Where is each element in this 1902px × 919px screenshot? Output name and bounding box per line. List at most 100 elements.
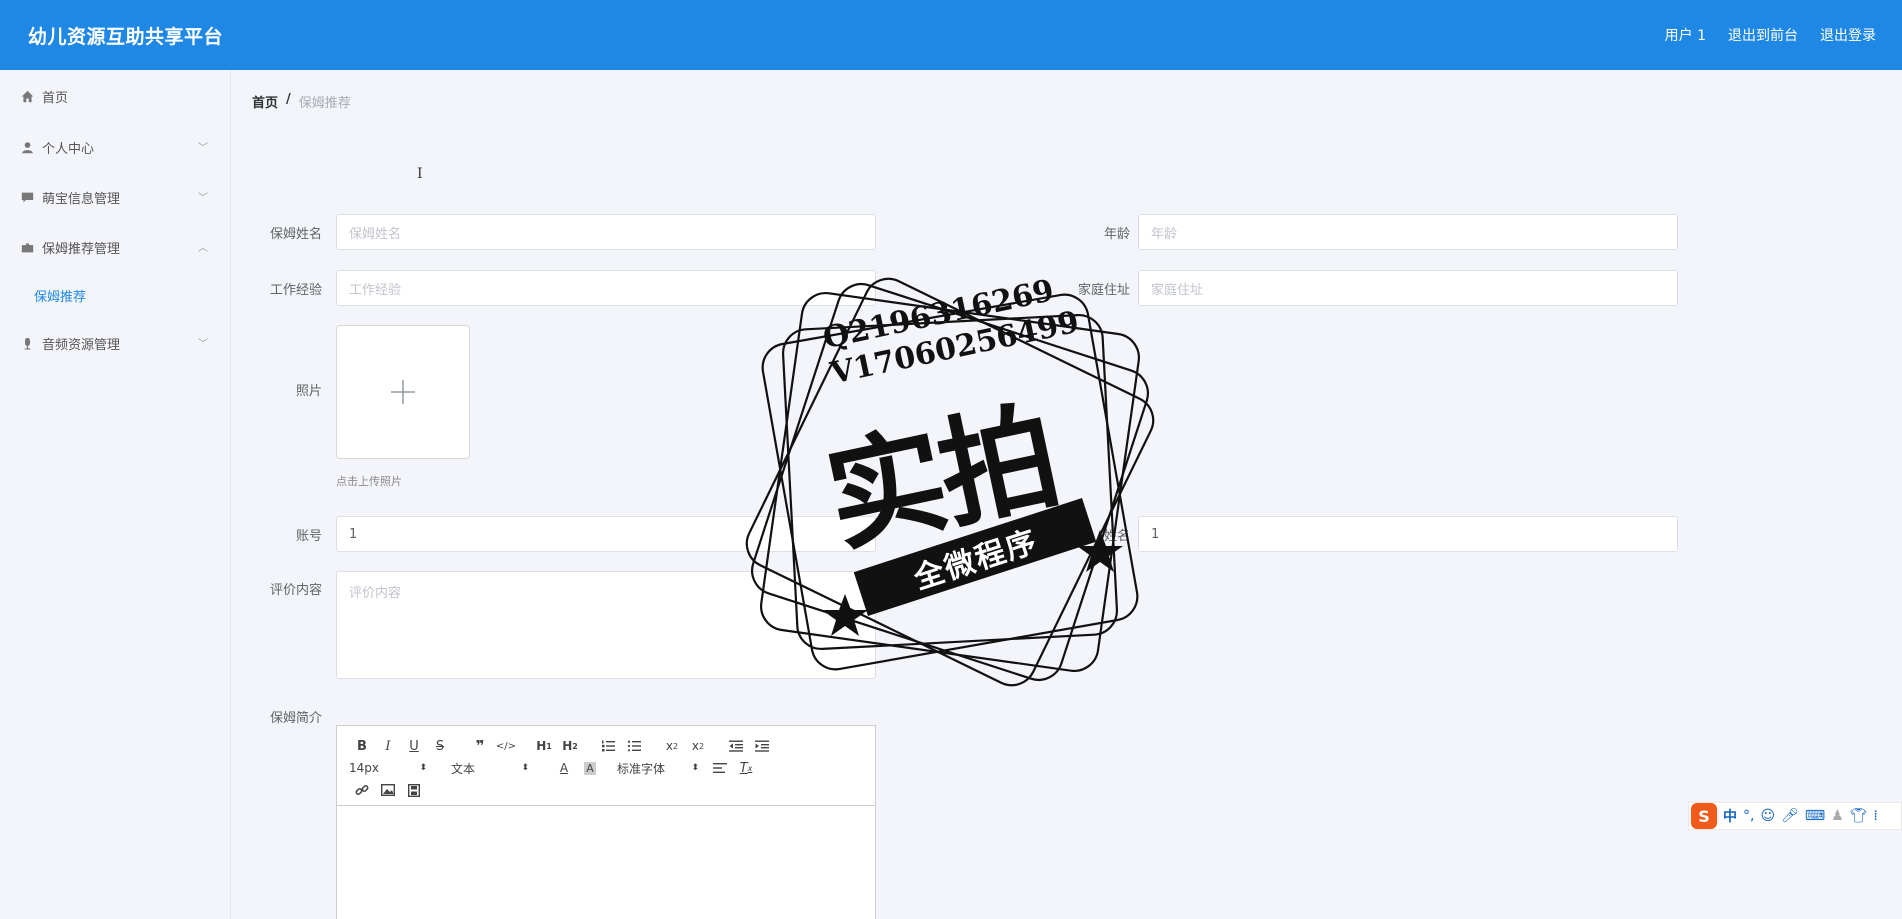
photo-upload-button[interactable] (336, 325, 470, 459)
plus-icon (391, 380, 415, 404)
microphone-icon (20, 336, 34, 350)
chevron-down-icon: ﹀ (198, 339, 208, 350)
experience-placeholder: 工作经验 (349, 282, 402, 298)
ime-emoji-icon[interactable]: ☺ (1760, 808, 1775, 824)
ime-mode[interactable]: 中 (1723, 806, 1737, 826)
sidebar-item-nanny-management[interactable]: 保姆推荐管理 ︿ (0, 222, 230, 272)
image-icon[interactable] (375, 780, 401, 800)
address-placeholder: 家庭住址 (1151, 282, 1204, 298)
realname-value: 1 (1151, 526, 1160, 542)
back-to-front-link[interactable]: 退出到前台 (1728, 25, 1798, 45)
sidebar-item-label: 萌宝信息管理 (42, 191, 121, 207)
sidebar-item-profile[interactable]: 个人中心 ﹀ (0, 122, 230, 172)
form-panel: 保姆姓名 保姆姓名 年龄 年龄 工作经验 工作经验 家庭住址 家庭住址 照片 点… (252, 128, 1892, 919)
ime-logo-icon[interactable]: S (1691, 803, 1717, 829)
link-icon[interactable] (349, 780, 375, 800)
italic-icon[interactable]: I (375, 736, 401, 756)
intro-label: 保姆简介 (269, 711, 322, 726)
sidebar-item-home[interactable]: 首页 (0, 70, 230, 122)
realname-label: 姓名 (1103, 529, 1130, 544)
name-label: 保姆姓名 (269, 227, 322, 242)
heading1-icon[interactable]: H1 (531, 736, 557, 756)
user-name-link[interactable]: 用户 1 (1665, 25, 1706, 45)
ime-voice-icon[interactable]: 🎤︎ (1781, 808, 1799, 824)
code-block-icon[interactable]: </> (493, 736, 519, 756)
main-area: 首页 / 保姆推荐 保姆姓名 保姆姓名 年龄 年龄 工作经验 工作经验 家庭住址… (232, 70, 1902, 919)
toolbar-spacer (519, 736, 531, 756)
outdent-icon[interactable] (723, 736, 749, 756)
editor-toolbar: B I U S ❞ </> H1 H2 x 2 x 2 14px ⬍ 文本 ⬍ … (337, 726, 875, 806)
font-family-select[interactable]: 标准字体 ⬍ (617, 760, 707, 777)
address-label: 家庭住址 (1077, 283, 1130, 298)
chevron-down-icon: ﹀ (198, 143, 208, 154)
breadcrumb-home[interactable]: 首页 (252, 92, 278, 111)
select-arrows-icon: ⬍ (521, 763, 529, 773)
breadcrumb-current: 保姆推荐 (298, 96, 351, 111)
heading2-icon[interactable]: H2 (557, 736, 583, 756)
toolbar-row-3 (349, 780, 427, 800)
header-links: 用户 1 退出到前台 退出登录 (1665, 25, 1876, 45)
toolbar-row-2: 14px ⬍ 文本 ⬍ A A 标准字体 ⬍ T x (349, 758, 759, 778)
breadcrumb-separator: / (286, 92, 291, 107)
chat-icon (20, 190, 34, 204)
breadcrumb: 首页 / 保姆推荐 (252, 92, 351, 111)
toolbar-spacer (583, 736, 595, 756)
underline-icon[interactable]: U (401, 736, 427, 756)
font-size-value: 14px (349, 761, 379, 775)
sidebar-item-baby-info[interactable]: 萌宝信息管理 ﹀ (0, 172, 230, 222)
video-icon[interactable] (401, 780, 427, 800)
sidebar: 首页 个人中心 ﹀ 萌宝信息管理 ﹀ 保姆推荐管理 ︿ 保姆推荐 音频资源管理 … (0, 70, 231, 919)
blockquote-icon[interactable]: ❞ (467, 736, 493, 756)
home-icon (20, 89, 34, 103)
ordered-list-icon[interactable] (595, 736, 621, 756)
select-arrows-icon: ⬍ (419, 763, 427, 773)
font-size-select[interactable]: 14px ⬍ (349, 761, 449, 775)
account-value: 1 (349, 526, 358, 542)
intro-rich-editor[interactable]: B I U S ❞ </> H1 H2 x 2 x 2 14px ⬍ 文本 ⬍ … (336, 725, 876, 919)
clear-format-icon[interactable]: Tx (733, 758, 759, 778)
realname-input[interactable]: 1 (1138, 516, 1678, 552)
age-input[interactable]: 年龄 (1138, 214, 1678, 250)
account-input[interactable]: 1 (336, 516, 876, 552)
editor-content-area[interactable] (337, 806, 875, 919)
sidebar-subitem-nanny-recommend[interactable]: 保姆推荐 (0, 272, 230, 318)
review-textarea[interactable]: 评价内容 (336, 571, 876, 679)
ime-keyboard-icon[interactable]: ⌨ (1805, 808, 1825, 824)
bold-icon[interactable]: B (349, 736, 375, 756)
logout-link[interactable]: 退出登录 (1820, 25, 1876, 45)
experience-input[interactable]: 工作经验 (336, 270, 876, 306)
font-family-value: 标准字体 (617, 761, 666, 776)
block-type-value: 文本 (451, 761, 476, 776)
nanny-name-input[interactable]: 保姆姓名 (336, 214, 876, 250)
sidebar-item-label: 保姆推荐管理 (42, 241, 121, 257)
ime-grid-icon[interactable]: ⁞ (1873, 808, 1877, 824)
app-title: 幼儿资源互助共享平台 (28, 26, 224, 48)
toolbar-spacer (647, 736, 659, 756)
sidebar-item-label: 个人中心 (42, 141, 95, 157)
toolbar-row-1: B I U S ❞ </> H1 H2 x 2 x 2 (349, 736, 775, 756)
account-label: 账号 (295, 529, 322, 544)
block-type-select[interactable]: 文本 ⬍ (451, 760, 551, 777)
sidebar-item-label: 音频资源管理 (42, 337, 121, 353)
chevron-up-icon: ︿ (198, 243, 208, 254)
select-arrows-icon: ⬍ (691, 763, 699, 773)
user-icon (20, 140, 34, 154)
top-bar: 幼儿资源互助共享平台 用户 1 退出到前台 退出登录 (0, 0, 1902, 70)
superscript-icon[interactable]: x2 (685, 736, 711, 756)
toolbar-spacer (711, 736, 723, 756)
background-color-icon[interactable]: A (577, 758, 603, 778)
folder-icon (20, 240, 34, 254)
strikethrough-icon[interactable]: S (427, 736, 453, 756)
indent-icon[interactable] (749, 736, 775, 756)
subscript-icon[interactable]: x2 (659, 736, 685, 756)
ime-user-icon[interactable]: ♟ (1831, 808, 1844, 824)
photo-label: 照片 (295, 384, 322, 399)
ime-punct-icon[interactable]: °, (1743, 808, 1754, 824)
address-input[interactable]: 家庭住址 (1138, 270, 1678, 306)
font-color-icon[interactable]: A (551, 758, 577, 778)
bullet-list-icon[interactable] (621, 736, 647, 756)
align-icon[interactable] (707, 758, 733, 778)
ime-skin-icon[interactable]: 👕︎ (1850, 808, 1868, 824)
sidebar-item-audio[interactable]: 音频资源管理 ﹀ (0, 318, 230, 368)
ime-toolbar: S 中 °, ☺ 🎤︎ ⌨ ♟ 👕︎ ⁞ (1688, 802, 1902, 830)
